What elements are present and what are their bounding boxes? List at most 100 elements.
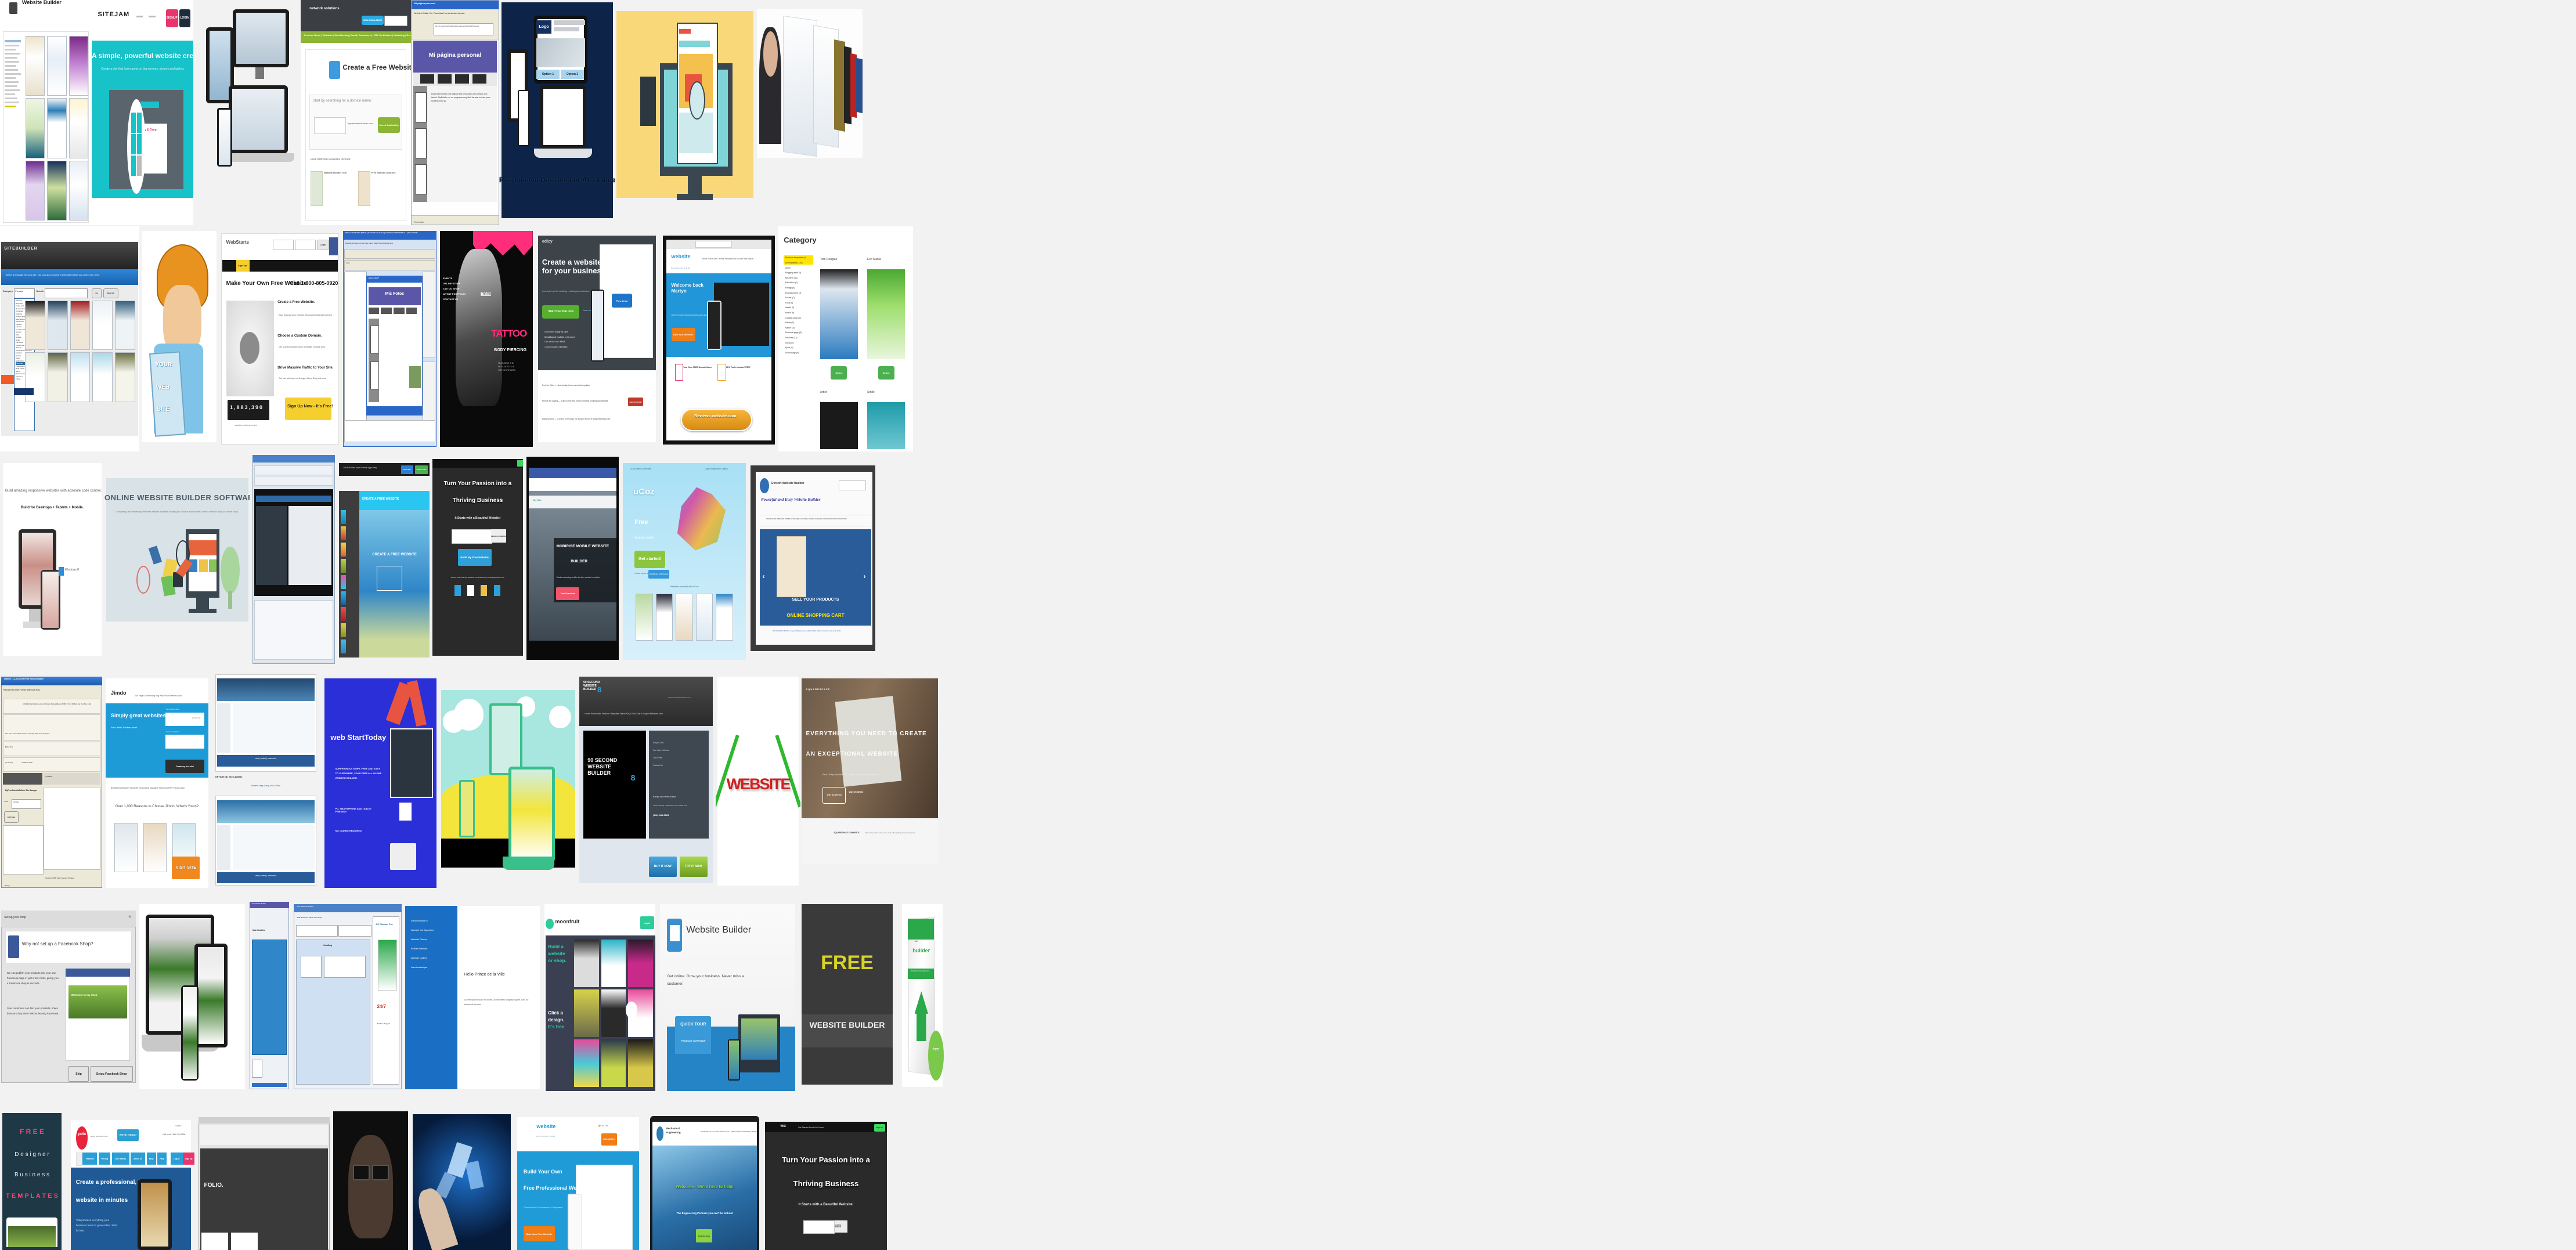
- sqsp-watch-demo-link[interactable]: WATCH DEMO: [849, 791, 864, 793]
- edicy-start-trial-button[interactable]: Start free trial now: [542, 305, 580, 319]
- result-thumbnail[interactable]: [193, 0, 301, 225]
- result-thumbnail[interactable]: Category Premium templates (4) All templa…: [778, 226, 913, 451]
- option-2-button[interactable]: Option 2: [561, 70, 584, 79]
- result-thumbnail[interactable]: Evrsoft Website Builder Powerful and Eas…: [748, 453, 878, 666]
- result-thumbnail[interactable]: edicy Create a website for your business.…: [535, 226, 659, 451]
- yola-nav-features[interactable]: Features: [82, 1153, 98, 1165]
- mfwb-view-value[interactable]: All files: [13, 801, 19, 803]
- mfwb-class-value[interactable]: (no class): [5, 761, 13, 764]
- theme-swatch-list[interactable]: [340, 510, 347, 653]
- mfwb-style-value[interactable]: Body Text: [5, 746, 13, 748]
- xp-menubar[interactable]: Archivo Editar Ver Favoritos Herramienta…: [414, 12, 465, 15]
- result-thumbnail[interactable]: ONLINE WEBSITE BUILDER SOFTWARE Comparin…: [104, 453, 250, 666]
- result-thumbnail[interactable]: [250, 453, 338, 666]
- ns-top-button[interactable]: NOW AVAILABLE: [361, 16, 384, 25]
- result-thumbnail[interactable]: Mechanical Engineering HOME PAGE GALLERY …: [643, 1103, 763, 1250]
- result-thumbnail[interactable]: web StartToday SURPRISINGLY SWIFT, FREE …: [321, 667, 440, 893]
- result-thumbnail[interactable]: network solutions NOW AVAILABLE Services…: [301, 0, 411, 225]
- fbshop-skip-button[interactable]: Skip: [68, 1066, 89, 1082]
- mfwb-width-value[interactable]: Variable width: [21, 761, 33, 764]
- pcp-menu[interactable]: Main Features Editor Tools Help: [297, 916, 322, 919]
- wbb-signup-button[interactable]: Sign Up Free: [601, 1133, 618, 1146]
- login-button[interactable]: LOGIN: [179, 9, 190, 27]
- yola-login-button[interactable]: Log In: [171, 1153, 183, 1165]
- ucoz-get-started-button[interactable]: Get started!: [634, 551, 665, 568]
- ucoz-nav[interactable]: uCoz News Community: [631, 468, 651, 470]
- yola-nav-about[interactable]: About Us: [131, 1153, 146, 1165]
- result-thumbnail[interactable]: WebStarts Login Sign Up! Make Your Own F…: [219, 226, 341, 451]
- result-thumbnail[interactable]: SITEJAM SIGNUP LOGIN A simple, powerful …: [92, 0, 193, 225]
- result-thumbnail[interactable]: [331, 1103, 410, 1250]
- result-thumbnail[interactable]: moonfruit Login Build a website or shop. C…: [541, 894, 659, 1101]
- nsb-try-button[interactable]: TRY IT NOW: [679, 856, 708, 877]
- nsb-nav[interactable]: Home Testimonials Features Templates Vid…: [585, 713, 662, 715]
- jimdo-nav[interactable]: Tour Pages Store Pricing Blog Help Forum…: [135, 695, 182, 697]
- yola-nav-blog[interactable]: Blog: [146, 1153, 156, 1165]
- result-thumbnail[interactable]: File Edit View Insert Format Apps Help V…: [338, 453, 431, 666]
- editor-menu[interactable]: File Edit View Insert Format Apps Help: [344, 467, 377, 469]
- ucoz-site-gallery[interactable]: [636, 593, 733, 641]
- tp-actions-2[interactable]: view | select | customize: [215, 875, 317, 877]
- go-button[interactable]: Go: [92, 288, 102, 299]
- result-thumbnail[interactable]: SQUARESPACE EVERYTHING YOU NEED TO CREAT…: [800, 667, 939, 893]
- result-thumbnail[interactable]: uCoz News Community Login Registration E…: [620, 453, 748, 666]
- nav-signup[interactable]: Sign Up!: [236, 260, 250, 272]
- result-thumbnail[interactable]: SITEBUILDER Select a template for your s…: [0, 226, 139, 451]
- webstarts-cta[interactable]: Sign Up Now - It's Free!: [287, 404, 333, 409]
- result-thumbnail[interactable]: WIX Get Started About Us Contact Sign Up…: [763, 1103, 889, 1250]
- yola-explore-link[interactable]: Explore: [175, 1125, 182, 1127]
- mfwb-ad-links[interactable]: Affordable Web Hosting Low cost Domain N…: [23, 703, 91, 705]
- tattoo-enter-link[interactable]: Enter: [481, 292, 491, 296]
- editor-cart-button[interactable]: Add To Cart: [414, 465, 428, 474]
- typ-cta-button[interactable]: Build My Free Website!: [457, 548, 492, 566]
- result-thumbnail[interactable]: yola taking business online WE'RE HIRING…: [64, 1103, 197, 1250]
- result-thumbnail[interactable]: FOLIO.: [197, 1103, 331, 1250]
- moonfruit-login-button[interactable]: Login: [640, 916, 654, 929]
- result-thumbnail[interactable]: Website Builder Get online. Grow your bu…: [659, 894, 796, 1101]
- result-thumbnail[interactable]: view | select | customize OPTION: Nr 202…: [211, 667, 321, 893]
- nsb-links[interactable]: Easy to Use See How It Works Try It Free Co…: [653, 739, 669, 769]
- result-thumbnail[interactable]: Turn Your Passion into a Thriving Busine…: [431, 453, 525, 666]
- rw-edit-site-button[interactable]: Edit Your Website: [671, 327, 695, 341]
- mobirise-cta-button[interactable]: Free Download: [556, 587, 580, 600]
- result-thumbnail[interactable]: [440, 667, 576, 893]
- select-button-1[interactable]: Select: [831, 366, 847, 380]
- wbb-auth[interactable]: Sign In | Cart: [598, 1125, 609, 1127]
- fbshop-setup-button[interactable]: Setup Facebook Shop: [90, 1066, 133, 1082]
- mfwb-doc-tab[interactable]: (untitled): [45, 775, 52, 778]
- ucoz-nav-right[interactable]: Login Registration English: [705, 468, 727, 470]
- result-thumbnail[interactable]: site builder ME Webhost International In…: [898, 894, 947, 1101]
- wbb-cta-button[interactable]: Start Your Free Website: [523, 1226, 555, 1241]
- webstarts-login-button[interactable]: Login: [316, 240, 329, 250]
- result-thumbnail[interactable]: YOUR WEB SITE: [139, 226, 219, 451]
- option-1-button[interactable]: Option 1: [536, 70, 560, 79]
- show-all-button[interactable]: Show All: [103, 288, 118, 299]
- result-thumbnail[interactable]: [615, 0, 755, 225]
- result-thumbnail[interactable]: My Site MOBIRISE MOBILE WEBSITE BUILDER …: [525, 453, 620, 666]
- result-thumbnail[interactable]: website BUILDER.COM Home Start a Site Th…: [659, 226, 778, 451]
- result-thumbnail[interactable]: Set up your shop ✕ Why not set up a Face…: [0, 894, 137, 1101]
- hp-nav[interactable]: VIEW WEBSITE Website Configuration Website…: [411, 916, 434, 972]
- jimdo-visit-site-button[interactable]: VISIT SITE: [172, 856, 200, 879]
- result-thumbnail[interactable]: Jimdo Tour Pages Store Pricing Blog Help…: [103, 667, 211, 893]
- mfwb-bottom-tabs[interactable]: Normal | HTML Tags | Source | Preview: [45, 877, 74, 879]
- result-thumbnail[interactable]: [137, 894, 247, 1101]
- result-thumbnail[interactable]: F R E E D e s i g n e r B u s i n e s s …: [0, 1103, 64, 1250]
- yola-signup-button[interactable]: Sign Up: [182, 1153, 195, 1165]
- result-thumbnail[interactable]: WEBSITE: [716, 667, 800, 893]
- result-thumbnail[interactable]: [755, 0, 865, 225]
- edicy-support-badge[interactable]: GET SUPPORT: [628, 397, 644, 407]
- typ2-search-button[interactable]: SEARCH DOMAIN: [835, 1220, 848, 1233]
- result-thumbnail[interactable]: Free Website Builder Main Features Edito…: [291, 894, 404, 1101]
- result-thumbnail[interactable]: Yahoo! SiteBuilder (2.3.2) - [C:\Archivo…: [341, 226, 438, 451]
- result-thumbnail[interactable]: website BUILDER.COM Sign In | Cart Sign …: [513, 1103, 643, 1250]
- yola-hiring-badge[interactable]: WE'RE HIRING!: [117, 1129, 139, 1141]
- signup-button[interactable]: SIGNUP: [165, 9, 178, 27]
- ns-nav[interactable]: Services Home | Websites | Web Hosting |…: [304, 34, 411, 37]
- typ-search-button[interactable]: SEARCH DOMAIN: [490, 529, 506, 543]
- evrsoft-nav[interactable]: PRODUCTS WEBSITE TEMPLATES WEB HOSTING D…: [766, 518, 847, 520]
- result-thumbnail[interactable]: Build amazing responsive websites with a…: [0, 453, 104, 666]
- mfwb-edit-sites-button[interactable]: Edit sites: [4, 811, 19, 823]
- sqsp-get-started-button[interactable]: GET STARTED: [822, 786, 846, 804]
- nsb-buy-button[interactable]: BUY IT NOW: [648, 856, 677, 877]
